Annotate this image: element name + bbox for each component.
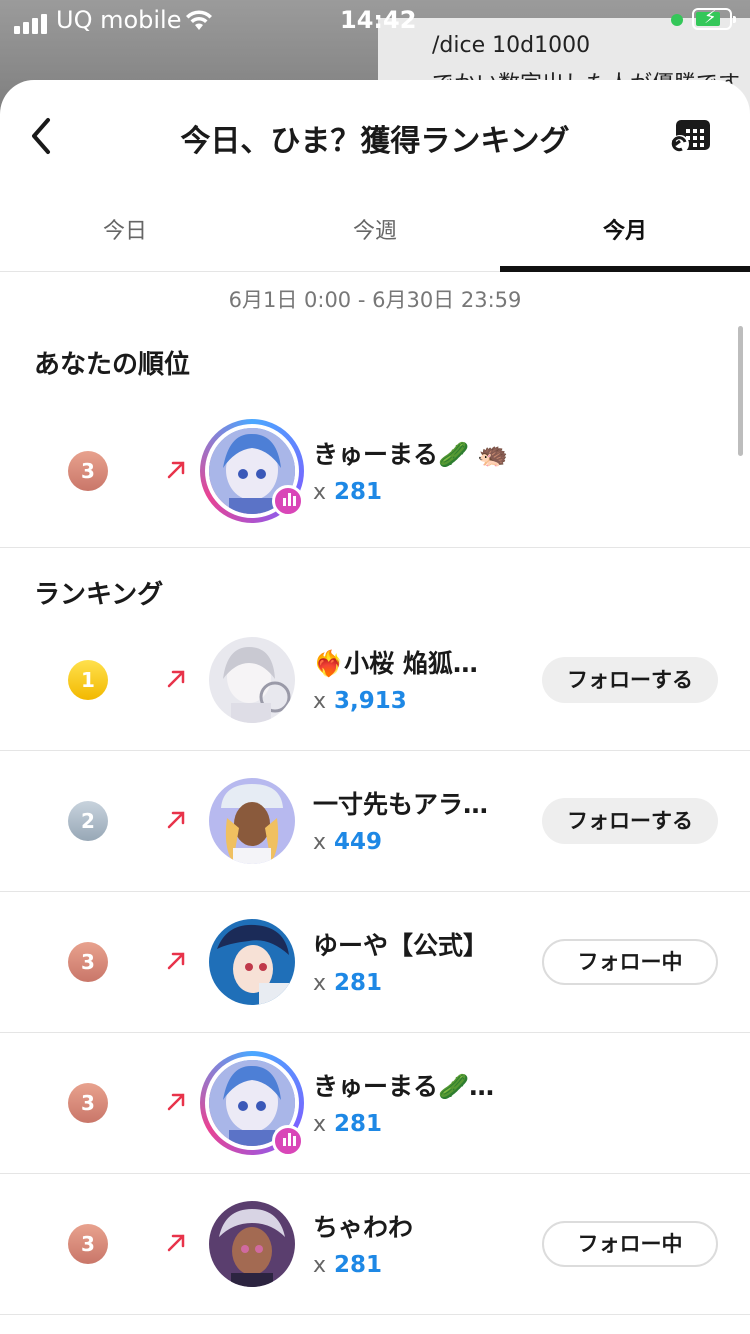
ranking-sheet: 今日、ひま？獲得ランキング 今日 今週 今月 6月1日 0:00 - 6月30日… bbox=[0, 80, 750, 1334]
tab-this-month[interactable]: 今月 bbox=[500, 192, 750, 272]
status-bar: UQ mobile 14:42 ⚡ bbox=[0, 0, 750, 40]
live-badge-icon bbox=[272, 484, 304, 517]
avatar[interactable] bbox=[209, 778, 295, 864]
avatar-image bbox=[209, 637, 295, 723]
ranking-row[interactable]: 3 ゆーや【公式】 x 281 フォロー中 bbox=[0, 892, 750, 1033]
point-count: x 3,913 bbox=[313, 688, 407, 714]
rank-up-arrow-icon bbox=[167, 670, 185, 688]
signal-icon bbox=[14, 14, 47, 34]
date-range: 6月1日 0:00 - 6月30日 23:59 bbox=[228, 288, 522, 312]
user-name: ちゃわわ bbox=[313, 1213, 414, 1242]
user-name: ゆーや【公式】 bbox=[313, 931, 489, 960]
avatar[interactable] bbox=[209, 1201, 295, 1287]
calendar-history-icon[interactable] bbox=[670, 116, 714, 156]
ranking-row[interactable]: 1 ❤️‍🔥小桜 焔狐… x 3,913 フォローする bbox=[0, 610, 750, 751]
follow-button[interactable]: フォローする bbox=[542, 657, 718, 703]
rank-up-arrow-icon bbox=[167, 461, 185, 478]
rank-up-arrow-icon bbox=[167, 952, 185, 970]
header: 今日、ひま？獲得ランキング bbox=[0, 80, 750, 192]
point-count: x 449 bbox=[313, 829, 383, 855]
rank-medal: 2 bbox=[68, 801, 108, 841]
ranking-heading: ランキング bbox=[34, 580, 164, 610]
avatar-image bbox=[209, 919, 295, 1005]
user-name: ❤️‍🔥小桜 焔狐… bbox=[313, 649, 478, 678]
clock: 14:42 bbox=[340, 6, 417, 34]
user-name: 一寸先もアラ… bbox=[313, 790, 489, 819]
rank-up-arrow-icon bbox=[167, 1234, 185, 1252]
avatar[interactable] bbox=[209, 919, 295, 1005]
point-count: x 281 bbox=[313, 1111, 383, 1137]
user-name: きゅーまる🥒… bbox=[313, 1072, 495, 1101]
tab-this-week[interactable]: 今週 bbox=[250, 192, 500, 271]
tab-today[interactable]: 今日 bbox=[0, 192, 250, 271]
following-button[interactable]: フォロー中 bbox=[542, 939, 718, 985]
my-rank-row[interactable]: 3 きゅーまる🥒 🦔 x 281 bbox=[0, 394, 750, 548]
carrier-name: UQ mobile bbox=[56, 6, 182, 34]
ranking-row[interactable]: 3 ちゃわわ x 281 フォロー中 bbox=[0, 1174, 750, 1315]
rank-medal: 1 bbox=[68, 660, 108, 700]
rank-medal: 3 bbox=[68, 450, 108, 491]
live-badge-icon bbox=[272, 1125, 304, 1157]
page-title: 今日、ひま？獲得ランキング bbox=[180, 124, 570, 159]
camera-indicator bbox=[671, 14, 683, 26]
avatar-image bbox=[209, 1201, 295, 1287]
ranking-row[interactable]: 2 一寸先もアラ… x 449 フォローする bbox=[0, 751, 750, 892]
following-button[interactable]: フォロー中 bbox=[542, 1221, 718, 1267]
rank-medal: 3 bbox=[68, 942, 108, 982]
avatar-image bbox=[209, 778, 295, 864]
avatar[interactable] bbox=[209, 637, 295, 723]
point-count: x 281 bbox=[313, 970, 383, 996]
rank-up-arrow-icon bbox=[167, 1093, 185, 1111]
wifi-icon bbox=[186, 10, 212, 30]
user-name: きゅーまる🥒 🦔 bbox=[313, 439, 509, 469]
point-count: x 281 bbox=[313, 1252, 383, 1278]
rank-medal: 3 bbox=[68, 1083, 108, 1123]
period-tabs: 今日 今週 今月 bbox=[0, 192, 750, 272]
ranking-row[interactable]: 3 きゅーまる🥒… x 281 bbox=[0, 1033, 750, 1174]
battery-icon: ⚡ bbox=[692, 7, 736, 30]
point-count: x 281 bbox=[313, 478, 383, 505]
follow-button[interactable]: フォローする bbox=[542, 798, 718, 844]
rank-up-arrow-icon bbox=[167, 811, 185, 829]
rank-medal: 3 bbox=[68, 1224, 108, 1264]
my-rank-heading: あなたの順位 bbox=[34, 350, 191, 380]
